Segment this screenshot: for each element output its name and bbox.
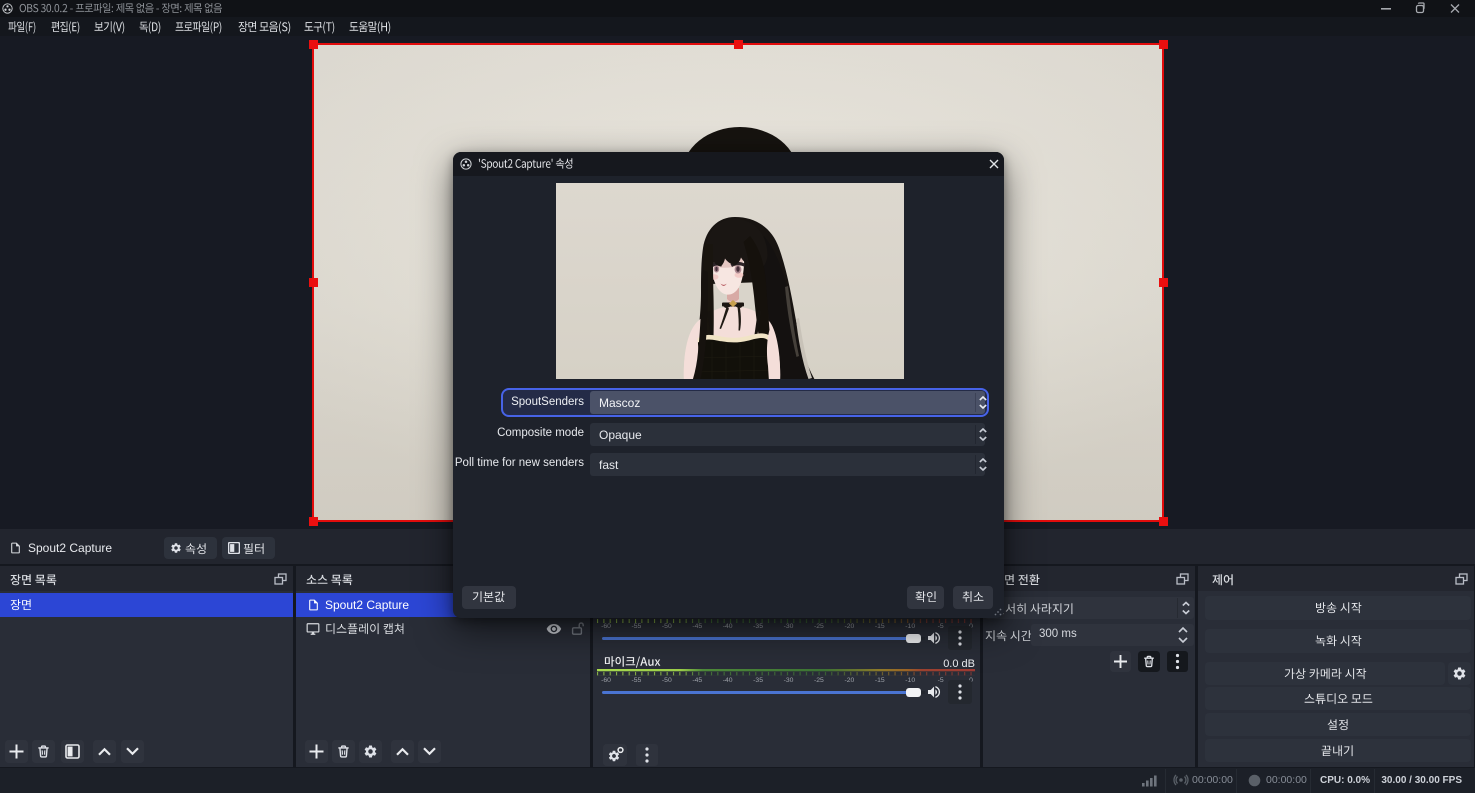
svg-text:-45: -45 bbox=[692, 623, 702, 630]
svg-text:-60: -60 bbox=[601, 623, 611, 630]
svg-text:-10: -10 bbox=[905, 623, 915, 630]
svg-text:-55: -55 bbox=[632, 623, 642, 630]
svg-text:-20: -20 bbox=[844, 677, 854, 684]
svg-text:-60: -60 bbox=[601, 677, 611, 684]
svg-text:-25: -25 bbox=[814, 623, 824, 630]
svg-text:-35: -35 bbox=[753, 623, 763, 630]
svg-text:-50: -50 bbox=[662, 677, 672, 684]
svg-text:-40: -40 bbox=[723, 677, 733, 684]
svg-text:-30: -30 bbox=[784, 623, 794, 630]
svg-text:-25: -25 bbox=[814, 677, 824, 684]
svg-text:-5: -5 bbox=[938, 677, 944, 684]
svg-text:-15: -15 bbox=[875, 623, 885, 630]
svg-text:-35: -35 bbox=[753, 677, 763, 684]
svg-text:-55: -55 bbox=[632, 677, 642, 684]
svg-text:-30: -30 bbox=[784, 677, 794, 684]
svg-text:-5: -5 bbox=[938, 623, 944, 630]
svg-text:-40: -40 bbox=[723, 623, 733, 630]
svg-text:-10: -10 bbox=[905, 677, 915, 684]
svg-text:-20: -20 bbox=[844, 623, 854, 630]
svg-text:-45: -45 bbox=[692, 677, 702, 684]
svg-text:-50: -50 bbox=[662, 623, 672, 630]
svg-text:-15: -15 bbox=[875, 677, 885, 684]
